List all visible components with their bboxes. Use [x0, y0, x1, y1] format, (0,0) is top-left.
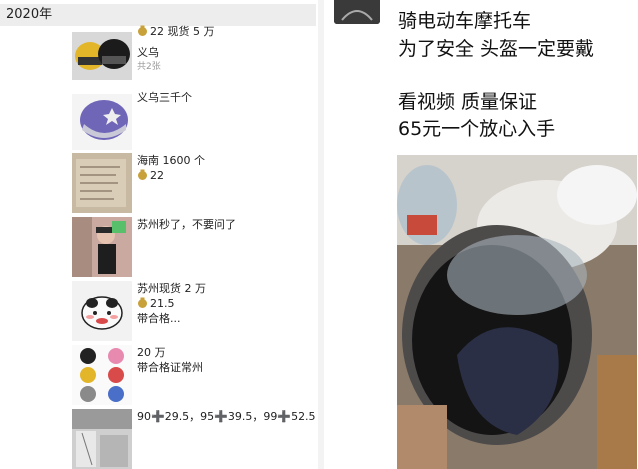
- video-frame[interactable]: [397, 155, 637, 469]
- post-text: 义乌三千个: [137, 90, 192, 105]
- helmet-photo-icon: [72, 94, 132, 150]
- post-text: 20 万 带合格证常州: [137, 345, 203, 375]
- post-thumbnail[interactable]: [72, 32, 132, 80]
- post-line-text: 20 万: [137, 346, 166, 359]
- post-thumbnail[interactable]: [72, 94, 132, 150]
- avatar[interactable]: [334, 0, 380, 24]
- post-thumbnail[interactable]: [72, 217, 132, 277]
- post-line-text: 苏州现货 2 万: [137, 282, 206, 295]
- post-thumbnail[interactable]: [72, 345, 132, 405]
- post-line: 21.5: [137, 296, 206, 311]
- caption-line: 骑电动车摩托车: [398, 10, 532, 32]
- post-text: 22 现货 5 万 义乌 共2张: [137, 24, 215, 75]
- caption-line: 为了安全 头盔一定要戴: [398, 38, 595, 60]
- post-thumbnail[interactable]: [72, 409, 132, 469]
- helmet-video-image: [397, 155, 637, 469]
- sticker-face-icon: [72, 281, 132, 341]
- post-line: 22 现货 5 万: [137, 24, 215, 39]
- post-text: 海南 1600 个 22: [137, 153, 205, 183]
- helmet-photo-icon: [72, 32, 132, 80]
- moments-feed-panel: 2020年 22 现货 5 万 义乌 共2张 义乌三千个 海南 1600 个 2…: [0, 0, 318, 469]
- money-bag-icon: [138, 169, 147, 180]
- post-line-text: 22 现货 5 万: [150, 25, 215, 38]
- post-line-text: 海南 1600 个: [137, 154, 205, 167]
- document-photo-icon: [72, 153, 132, 213]
- post-line-text: 90➕29.5，95➕39.5，99➕52.5: [137, 410, 316, 423]
- year-header: 2020年: [0, 4, 316, 26]
- caption-line: 看视频 质量保证: [398, 91, 538, 113]
- warehouse-photo-icon: [72, 409, 132, 469]
- helmet-grid-icon: [72, 345, 132, 405]
- post-line-text: 义乌: [137, 46, 159, 59]
- post-line: 22: [137, 168, 205, 183]
- post-line-text: 带合格...: [137, 312, 181, 325]
- post-text: 苏州现货 2 万 21.5 带合格...: [137, 281, 206, 326]
- post-line-text: 21.5: [150, 297, 175, 310]
- post-line-text: 带合格证常州: [137, 361, 203, 374]
- avatar-icon: [334, 0, 380, 24]
- post-line-text: 22: [150, 169, 164, 182]
- image-count: 共2张: [137, 62, 161, 72]
- post-text: 90➕29.5，95➕39.5，99➕52.5: [137, 409, 316, 424]
- post-thumbnail[interactable]: [72, 153, 132, 213]
- post-text: 苏州秒了，不要问了: [137, 217, 236, 232]
- post-detail-panel: 骑电动车摩托车 为了安全 头盔一定要戴 看视频 质量保证 65元一个放心入手: [324, 0, 638, 469]
- caption-line: 65元一个放心入手: [398, 118, 556, 140]
- post-line-text: 义乌三千个: [137, 91, 192, 104]
- money-bag-icon: [138, 25, 147, 36]
- post-thumbnail[interactable]: [72, 281, 132, 341]
- post-line-text: 苏州秒了，不要问了: [137, 218, 236, 231]
- person-photo-icon: [72, 217, 132, 277]
- money-bag-icon: [138, 297, 147, 308]
